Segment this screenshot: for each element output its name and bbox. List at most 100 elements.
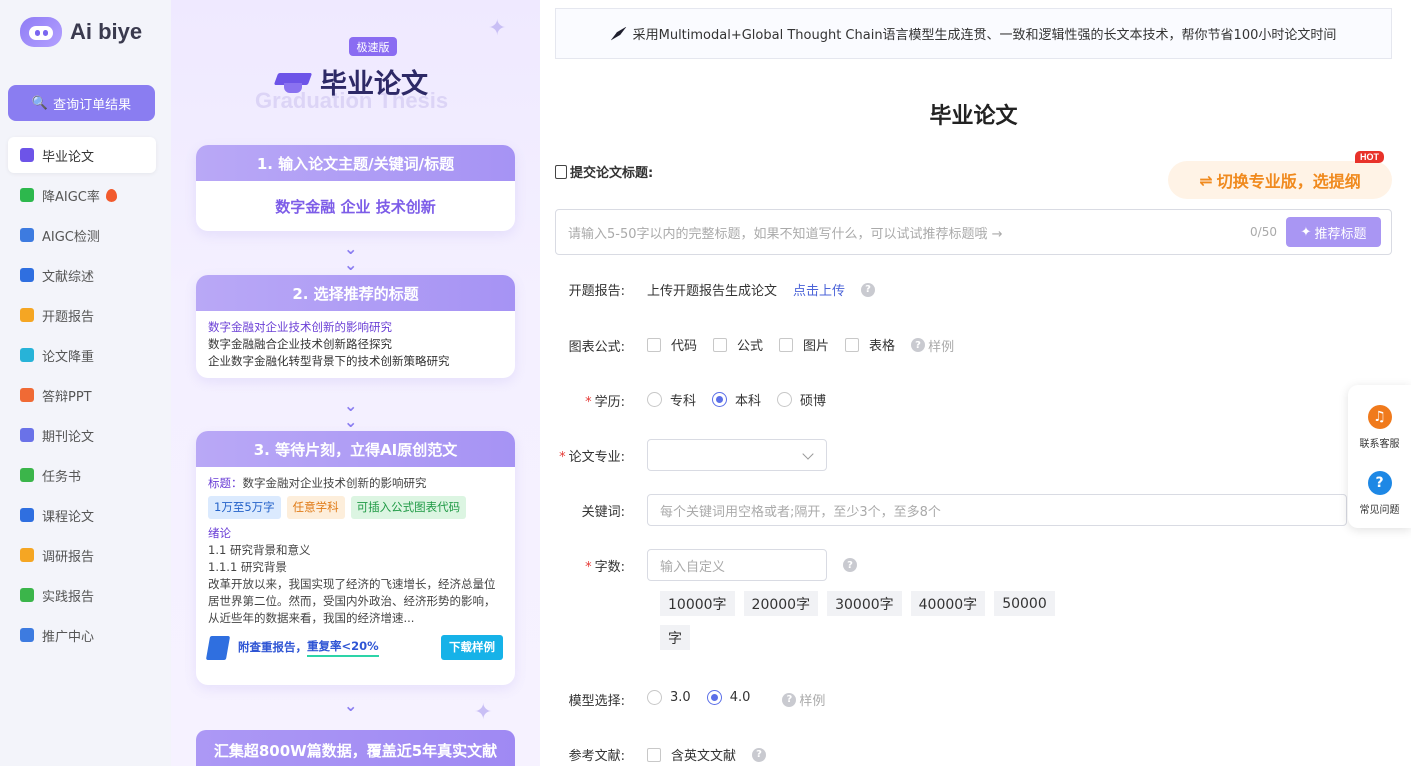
sidebar-item-0[interactable]: 毕业论文 bbox=[8, 137, 156, 173]
feature-tag: 1万至5万字 bbox=[208, 496, 281, 519]
step-2-title: 2. 选择推荐的标题 bbox=[196, 275, 515, 311]
fire-icon bbox=[105, 188, 117, 202]
sidebar-item-12[interactable]: 推广中心 bbox=[8, 617, 156, 653]
ai-detect-icon bbox=[20, 228, 34, 242]
help-icon[interactable]: ? bbox=[843, 558, 857, 572]
step-2-card: 2. 选择推荐的标题 数字金融对企业技术创新的影响研究 数字金融融合企业技术创新… bbox=[196, 275, 515, 378]
radio-option[interactable]: 4.0 bbox=[706, 690, 751, 705]
sidebar-item-label: 调研报告 bbox=[42, 549, 95, 565]
radio-button[interactable] bbox=[712, 392, 728, 407]
sidebar-item-3[interactable]: 文献综述 bbox=[8, 257, 156, 293]
recommend-title-button[interactable]: ✦ 推荐标题 bbox=[1286, 217, 1381, 247]
chart-option-checkbox[interactable]: 代码 bbox=[647, 335, 697, 354]
sidebar-item-7[interactable]: 期刊论文 bbox=[8, 417, 156, 453]
logo-icon bbox=[20, 17, 62, 47]
references-row: 参考文献: 含英文文献 ? bbox=[540, 745, 767, 764]
radio-option[interactable]: 3.0 bbox=[647, 690, 691, 705]
word-count-chip[interactable]: 10000字 bbox=[660, 591, 735, 616]
chart-option-checkbox[interactable]: 表格 bbox=[845, 335, 895, 354]
checkbox[interactable] bbox=[713, 337, 728, 352]
step-3-card: 3. 等待片刻，立得AI原创范文 标题：数字金融对企业技术创新的影响研究 1万至… bbox=[196, 431, 515, 685]
practice-icon bbox=[20, 588, 34, 602]
checkbox[interactable] bbox=[647, 337, 661, 352]
radio-button[interactable] bbox=[647, 392, 662, 407]
sidebar-item-9[interactable]: 课程论文 bbox=[8, 497, 156, 533]
english-refs-checkbox[interactable]: 含英文文献 bbox=[647, 745, 736, 764]
graduation-cap-icon bbox=[20, 148, 34, 162]
radio-option[interactable]: 专科 bbox=[647, 390, 696, 409]
logo[interactable]: Ai biye bbox=[20, 16, 142, 48]
major-label: * 论文专业: bbox=[559, 449, 625, 465]
sidebar-item-8[interactable]: 任务书 bbox=[8, 457, 156, 493]
rocket-icon bbox=[610, 26, 627, 41]
sidebar-item-label: 降AIGC率 bbox=[42, 189, 100, 205]
download-sample-button[interactable]: 下载样例 bbox=[441, 635, 503, 660]
sample-link[interactable]: ? 样例 bbox=[782, 690, 825, 709]
sidebar-item-10[interactable]: 调研报告 bbox=[8, 537, 156, 573]
sidebar-item-label: 课程论文 bbox=[42, 509, 95, 525]
page-title: 毕业论文 bbox=[929, 104, 1018, 129]
sidebar-item-1[interactable]: 降AIGC率 bbox=[8, 177, 156, 213]
word-count-chip[interactable]: 50000 bbox=[994, 591, 1055, 616]
switch-pro-button[interactable]: ⇌ 切换专业版，选提纲 bbox=[1168, 161, 1392, 199]
sparkle-icon: ✦ bbox=[474, 700, 493, 725]
report-icon bbox=[20, 308, 34, 322]
word-count-chip[interactable]: 字 bbox=[660, 625, 690, 650]
title-input[interactable]: 请输入5-50字以内的完整标题，如果不知道写什么，可以试试推荐标题哦 → 0/5… bbox=[555, 209, 1392, 255]
radio-button[interactable] bbox=[706, 690, 722, 705]
sidebar-item-label: 答辩PPT bbox=[42, 389, 92, 405]
sidebar-item-label: 推广中心 bbox=[42, 629, 95, 645]
custom-word-count-input[interactable]: 输入自定义 bbox=[647, 549, 827, 581]
sidebar-item-6[interactable]: 答辩PPT bbox=[8, 377, 156, 413]
sidebar-item-11[interactable]: 实践报告 bbox=[8, 577, 156, 613]
upload-link[interactable]: 点击上传 bbox=[793, 280, 845, 299]
major-select[interactable] bbox=[647, 439, 827, 471]
word-count-chip[interactable]: 20000字 bbox=[743, 591, 819, 616]
radio-option[interactable]: 本科 bbox=[712, 390, 761, 409]
sidebar: Ai biye 🔍 查询订单结果 毕业论文降AIGC率 AIGC检测文献综述开题报… bbox=[0, 0, 171, 766]
references-label: 参考文献: bbox=[568, 749, 625, 764]
promo-panel: ✦ 极速版 Graduation Thesis 毕业论文 1. 输入论文主题/关… bbox=[171, 0, 540, 766]
radio-label: 4.0 bbox=[729, 690, 751, 705]
contact-service-button[interactable]: ♫ 联系客服 bbox=[1348, 405, 1411, 450]
help-icon[interactable]: ? bbox=[752, 747, 767, 762]
clipboard-icon bbox=[555, 164, 567, 179]
checkbox-label: 代码 bbox=[671, 339, 698, 354]
checkbox[interactable] bbox=[845, 337, 860, 352]
paper-section: 绪论 bbox=[208, 526, 231, 540]
chart-option-checkbox[interactable]: 公式 bbox=[713, 335, 763, 354]
step-1-title: 1. 输入论文主题/关键词/标题 bbox=[196, 145, 515, 181]
sidebar-item-2[interactable]: AIGC检测 bbox=[8, 217, 156, 253]
step-1-keywords: 数字金融 企业 技术创新 bbox=[275, 197, 436, 216]
word-count-chip[interactable]: 40000字 bbox=[910, 591, 986, 616]
radio-button[interactable] bbox=[647, 690, 662, 705]
course-icon bbox=[20, 508, 34, 522]
chevron-down-icon: ⌄ ⌄ bbox=[344, 396, 358, 431]
sidebar-nav: 毕业论文降AIGC率 AIGC检测文献综述开题报告论文降重答辩PPT 期刊论文任务书… bbox=[8, 137, 156, 657]
charts-label: 图表公式: bbox=[568, 339, 625, 355]
radio-option[interactable]: 硕博 bbox=[777, 390, 826, 409]
query-order-button[interactable]: 🔍 查询订单结果 bbox=[8, 85, 155, 121]
radio-button[interactable] bbox=[777, 392, 793, 407]
sidebar-item-4[interactable]: 开题报告 bbox=[8, 297, 156, 333]
chart-option-checkbox[interactable]: 图片 bbox=[779, 335, 829, 354]
keywords-label: 关键词: bbox=[581, 504, 625, 520]
question-icon: ? bbox=[1367, 471, 1392, 495]
sidebar-item-label: 期刊论文 bbox=[42, 429, 95, 445]
help-icon[interactable]: ? bbox=[861, 282, 876, 297]
charts-row: 图表公式: 代码 公式 图片 表格 ? 样例 bbox=[540, 335, 954, 356]
submit-title-label: 提交论文标题: bbox=[555, 162, 653, 181]
checkbox[interactable] bbox=[779, 337, 794, 352]
sparkle-icon: ✦ bbox=[1300, 224, 1312, 240]
keywords-input[interactable]: 每个关键词用空格或者;隔开，至少3个，至多8个 bbox=[647, 494, 1347, 526]
floating-helper: ♫ 联系客服 ? 常见问题 bbox=[1348, 385, 1411, 528]
sidebar-item-label: 文献综述 bbox=[42, 269, 95, 285]
sidebar-item-label: 任务书 bbox=[42, 469, 82, 485]
faq-button[interactable]: ? 常见问题 bbox=[1348, 471, 1411, 516]
sidebar-item-5[interactable]: 论文降重 bbox=[8, 337, 156, 373]
sparkle-icon: ✦ bbox=[488, 16, 507, 41]
sample-link[interactable]: ? 样例 bbox=[911, 336, 954, 355]
swap-icon: ⇌ bbox=[1199, 170, 1213, 190]
word-count-chip[interactable]: 30000字 bbox=[827, 591, 902, 616]
help-icon: ? bbox=[782, 692, 797, 707]
